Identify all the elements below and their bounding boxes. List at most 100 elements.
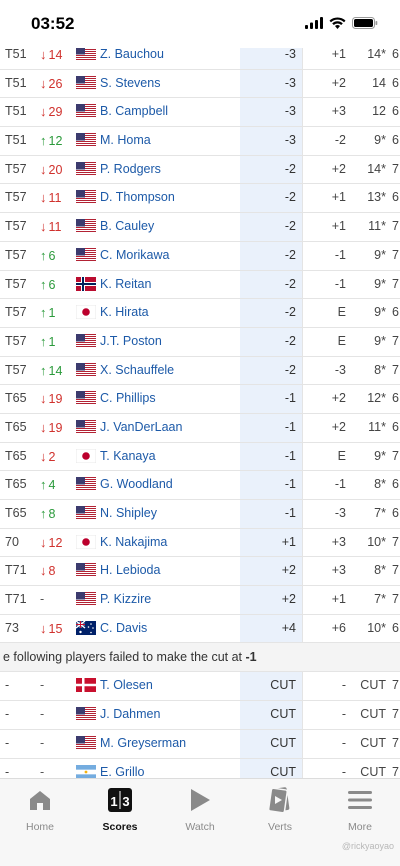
thru-value: 11*: [368, 219, 386, 234]
movement-value: 11: [48, 220, 62, 235]
round-score-clipped: 6: [392, 391, 399, 406]
player-name-link[interactable]: J. Dahmen: [100, 701, 160, 728]
table-row[interactable]: T65 ↑ 8 N. Shipley -1 -3 7* 6: [0, 500, 400, 529]
player-name-link[interactable]: J.T. Poston: [100, 328, 162, 355]
round-score-clipped: 6: [392, 305, 399, 320]
arrow-down-icon: ↓: [40, 219, 47, 235]
table-row[interactable]: T65 ↓ 2 T. Kanaya -1 E 9* 7: [0, 442, 400, 472]
table-row[interactable]: T51 ↑ 12 M. Homa -3 -2 9* 6: [0, 127, 400, 156]
movement-value: 6: [48, 248, 56, 263]
tab-label: Home: [25, 821, 54, 833]
arrow-down-icon: ↓: [40, 448, 47, 464]
total-score-cell: -3: [240, 69, 302, 98]
table-row[interactable]: T57 ↓ 11 D. Thompson -2 +1 13* 6: [0, 184, 400, 214]
player-name-link[interactable]: M. Greyserman: [100, 730, 186, 757]
today-score: -: [341, 678, 346, 693]
player-name-link[interactable]: S. Stevens: [100, 70, 160, 97]
today-score: +1: [331, 190, 346, 205]
table-row[interactable]: - - T. Olesen CUT - CUT 7: [0, 672, 400, 702]
column-divider: [302, 241, 303, 270]
total-score: +4: [281, 620, 296, 635]
svg-text:3: 3: [122, 794, 129, 809]
player-name-link[interactable]: K. Nakajima: [100, 529, 167, 556]
thru-value: 12: [372, 104, 386, 119]
player-name-link[interactable]: B. Cauley: [100, 213, 154, 240]
position: T65: [5, 477, 27, 492]
table-row[interactable]: T57 ↑ 1 J.T. Poston -2 E 9* 7: [0, 327, 400, 357]
arrow-up-icon: ↑: [40, 247, 47, 263]
player-name-link[interactable]: K. Reitan: [100, 271, 151, 298]
tab-verts[interactable]: Verts: [240, 785, 320, 833]
table-row[interactable]: T57 ↓ 11 B. Cauley -2 +1 11* 7: [0, 213, 400, 242]
player-name-link[interactable]: C. Davis: [100, 615, 147, 642]
tab-scores[interactable]: 1 3 Scores: [80, 785, 160, 833]
player-name-link[interactable]: M. Homa: [100, 127, 151, 154]
us-flag-icon: [76, 506, 96, 520]
column-divider: [302, 586, 303, 614]
table-row[interactable]: T51 ↓ 29 B. Campbell -3 +3 12 6: [0, 98, 400, 128]
player-name-link[interactable]: G. Woodland: [100, 471, 173, 498]
player-name-link[interactable]: P. Rodgers: [100, 156, 161, 183]
player-name-link[interactable]: B. Campbell: [100, 98, 168, 125]
player-name-link[interactable]: P. Kizzire: [100, 586, 151, 613]
table-row[interactable]: T57 ↑ 1 K. Hirata -2 E 9* 6: [0, 299, 400, 328]
table-row[interactable]: - - J. Dahmen CUT - CUT 7: [0, 701, 400, 730]
total-score-cell: -1: [240, 471, 302, 499]
table-row[interactable]: - - M. Greyserman CUT - CUT 7: [0, 729, 400, 759]
movement-value: 14: [48, 363, 63, 378]
arrow-down-icon: ↓: [40, 620, 47, 636]
position: T57: [5, 276, 27, 291]
movement: ↓ 8: [40, 557, 74, 585]
tab-more[interactable]: More: [320, 785, 400, 833]
us-flag-icon: [76, 333, 96, 348]
total-score-cell: -2: [240, 299, 302, 327]
player-name-link[interactable]: N. Shipley: [100, 500, 157, 527]
player-name-link[interactable]: J. VanDerLaan: [100, 414, 182, 441]
tab-watch[interactable]: Watch: [160, 785, 240, 833]
player-name-link[interactable]: H. Lebioda: [100, 557, 160, 584]
table-row[interactable]: T57 ↑ 6 K. Reitan -2 -1 9* 7: [0, 270, 400, 300]
player-name-link[interactable]: C. Phillips: [100, 385, 156, 412]
table-row[interactable]: T57 ↓ 20 P. Rodgers -2 +2 14* 7: [0, 155, 400, 185]
us-flag-icon: [76, 75, 96, 90]
arrow-up-icon: ↑: [40, 133, 47, 149]
total-score: -2: [284, 161, 296, 176]
table-row[interactable]: T65 ↓ 19 C. Phillips -1 +2 12* 6: [0, 385, 400, 414]
tab-home[interactable]: Home: [0, 785, 80, 833]
today-score: -3: [334, 506, 346, 520]
table-row[interactable]: T71- P. Kizzire +2 +1 7* 7: [0, 586, 400, 615]
scoreboard-icon: 13: [80, 785, 160, 815]
player-name-link[interactable]: C. Morikawa: [100, 242, 169, 269]
total-score: -1: [284, 391, 296, 406]
column-divider: [302, 213, 303, 241]
arrow-up-icon: ↑: [40, 477, 47, 493]
player-name-link[interactable]: X. Schauffele: [100, 357, 174, 384]
table-row[interactable]: T51 ↓ 26 S. Stevens -3 +2 14 6: [0, 69, 400, 99]
movement-value: -: [40, 592, 45, 607]
column-divider: [302, 471, 303, 499]
movement: -: [40, 701, 74, 728]
table-row[interactable]: 70 ↓ 12 K. Nakajima +1 +3 10* 7: [0, 528, 400, 558]
movement: ↓ 11: [40, 184, 74, 212]
thru-value: 11*: [368, 419, 386, 434]
table-row[interactable]: T57 ↑ 14 X. Schauffele -2 -3 8* 7: [0, 356, 400, 386]
au-flag-icon: [76, 620, 96, 635]
thru-value: 8*: [374, 563, 386, 578]
table-row[interactable]: T65 ↑ 4 G. Woodland -1 -1 8* 6: [0, 471, 400, 500]
player-name-link[interactable]: T. Kanaya: [100, 443, 156, 470]
no-flag-icon: [76, 276, 96, 291]
column-divider: [302, 327, 303, 356]
table-row[interactable]: 73 ↓ 15 C. Davis +4 +6 10* 6: [0, 614, 400, 644]
player-name-link[interactable]: D. Thompson: [100, 184, 175, 211]
jp-flag-icon: [76, 305, 96, 320]
today-score: +2: [331, 75, 346, 90]
player-name-link[interactable]: T. Olesen: [100, 672, 153, 699]
table-row[interactable]: T57 ↑ 6 C. Morikawa -2 -1 9* 7: [0, 241, 400, 271]
total-score-cell: CUT: [240, 672, 302, 701]
tab-label: Verts: [268, 821, 292, 833]
ar-flag-icon: [76, 764, 96, 779]
table-row[interactable]: T65 ↓ 19 J. VanDerLaan -1 +2 11* 6: [0, 413, 400, 443]
table-row[interactable]: T71 ↓ 8 H. Lebioda +2 +3 8* 7: [0, 557, 400, 587]
player-name-link[interactable]: K. Hirata: [100, 299, 149, 326]
round-score-clipped: 7: [392, 276, 399, 291]
